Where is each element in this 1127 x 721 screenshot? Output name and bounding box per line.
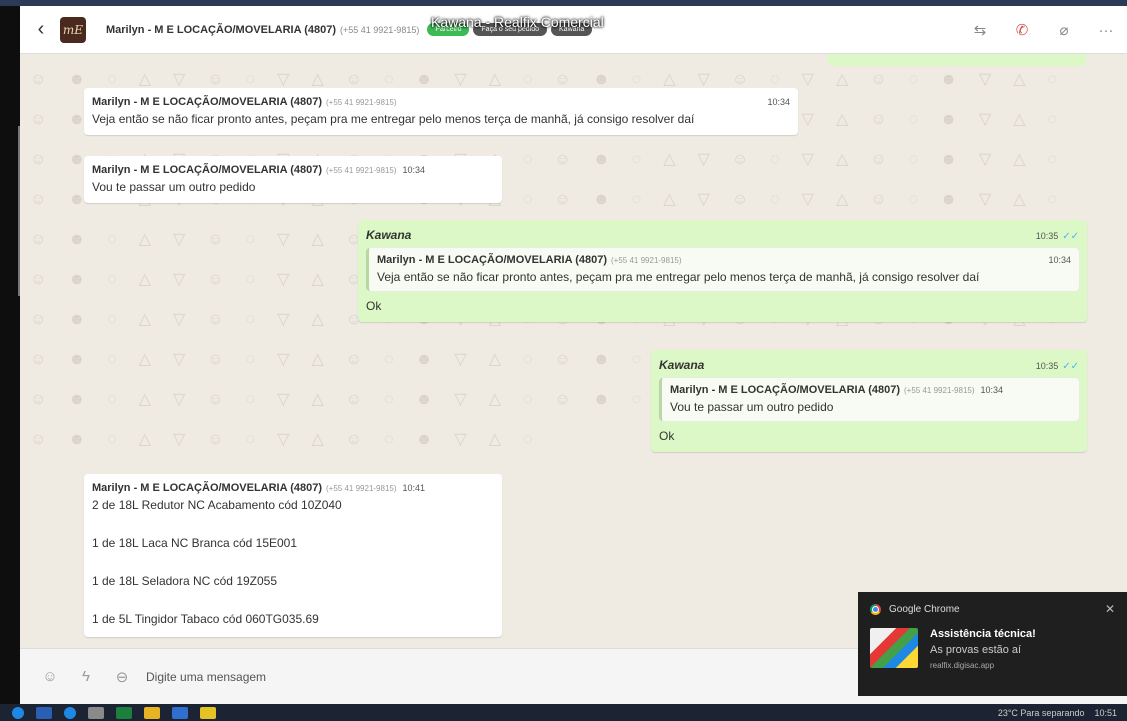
message-time: 10:35: [1035, 361, 1059, 371]
weather-status[interactable]: 23°C Para separando: [998, 708, 1085, 718]
sender-name: Marilyn - M E LOCAÇÃO/MOVELARIA (4807): [92, 482, 323, 494]
notification-message: As provas estão aí: [930, 644, 1022, 656]
order-line: 1 de 18L Laca NC Branca cód 15E001: [92, 536, 298, 550]
order-line: 2 de 18L Redutor NC Acabamento cód 10Z04…: [92, 498, 342, 512]
message-list[interactable]: ☺☻◌△▽☺◌▽△☺◌☻▽△◌☺☻◌△▽☺◌▽△☺◌☻▽△◌☺☻◌△▽☺◌▽△☺…: [20, 54, 1127, 648]
message-time: 10:34: [767, 97, 790, 107]
double-check-icon: ✓✓: [1062, 231, 1079, 242]
message-bubble[interactable]: Marilyn - M E LOCAÇÃO/MOVELARIA (4807) (…: [84, 88, 798, 135]
taskbar: 23°C Para separando 10:51: [0, 704, 1127, 721]
clock[interactable]: 10:51: [1094, 708, 1117, 718]
sender-name: Marilyn - M E LOCAÇÃO/MOVELARIA (4807): [92, 96, 323, 108]
folder-app-icon[interactable]: [144, 706, 160, 719]
quoted-text: Vou te passar um outro pedido: [670, 400, 834, 414]
tag-kawana[interactable]: Kawana: [551, 23, 593, 36]
transfer-icon[interactable]: ⇆: [959, 21, 1001, 39]
message-author: Kawana: [366, 228, 412, 242]
previous-message-bubble: [828, 54, 1086, 66]
chrome-notification[interactable]: Google Chrome ✕ Assistência técnica! As …: [858, 592, 1127, 696]
chat-header: ‹ mE Marilyn - M E LOCAÇÃO/MOVELARIA (48…: [20, 6, 1127, 54]
more-icon[interactable]: ···: [1085, 22, 1127, 39]
quoted-time: 10:34: [980, 385, 1004, 395]
emoji-icon[interactable]: ☺: [32, 668, 68, 685]
message-bubble[interactable]: Kawana 10:35 ✓✓ Marilyn - M E LOCAÇÃO/MO…: [651, 350, 1087, 452]
sender-name: Marilyn - M E LOCAÇÃO/MOVELARIA (4807): [92, 164, 323, 176]
lightning-icon[interactable]: ϟ: [68, 668, 104, 685]
tag-parceiro[interactable]: Parceiro: [427, 23, 470, 36]
message-time: 10:41: [402, 483, 426, 493]
message-text: Vou te passar um outro pedido: [92, 180, 256, 194]
app-icon[interactable]: [200, 706, 216, 719]
sender-phone: (+55 41 9921-9815): [326, 98, 397, 107]
word-app-icon[interactable]: [36, 706, 52, 719]
message-text: Ok: [366, 299, 382, 313]
contact-name[interactable]: Marilyn - M E LOCAÇÃO/MOVELARIA (4807): [106, 24, 336, 36]
excel-app-icon[interactable]: [116, 706, 132, 719]
quoted-text: Veja então se não ficar pronto antes, pe…: [377, 270, 980, 284]
quoted-message[interactable]: Marilyn - M E LOCAÇÃO/MOVELARIA (4807) (…: [659, 378, 1079, 421]
close-icon[interactable]: ✕: [1105, 602, 1115, 616]
quoted-sender-phone: (+55 41 9921-9815): [904, 386, 975, 395]
header-actions: ⇆ ✆ ⌀ ···: [959, 6, 1127, 54]
quoted-sender-phone: (+55 41 9921-9815): [611, 256, 682, 265]
message-bubble[interactable]: Marilyn - M E LOCAÇÃO/MOVELARIA (4807) (…: [84, 474, 502, 637]
message-bubble[interactable]: Kawana 10:35 ✓✓ Marilyn - M E LOCAÇÃO/MO…: [358, 220, 1087, 322]
double-check-icon: ✓✓: [1062, 361, 1079, 372]
quick-reply-icon[interactable]: ⊖: [104, 668, 140, 686]
notification-app: Google Chrome: [889, 603, 960, 615]
message-text: Veja então se não ficar pronto antes, pe…: [92, 112, 695, 126]
tag-faca-pedido[interactable]: Faça o seu pedido: [473, 23, 548, 36]
phone-end-icon[interactable]: ✆: [1001, 21, 1043, 39]
notification-image: [870, 628, 918, 668]
quoted-sender-name: Marilyn - M E LOCAÇÃO/MOVELARIA (4807): [670, 384, 901, 396]
search-app-icon[interactable]: [12, 706, 24, 719]
edge-app-icon[interactable]: [64, 706, 76, 719]
quoted-message[interactable]: Marilyn - M E LOCAÇÃO/MOVELARIA (4807) (…: [366, 248, 1079, 291]
notification-source: realfix.digisac.app: [930, 661, 995, 670]
quoted-time: 10:34: [1048, 255, 1071, 265]
contact-phone: (+55 41 9921-9815): [340, 24, 420, 35]
avatar[interactable]: mE: [60, 16, 86, 43]
attach-icon[interactable]: ⌀: [1043, 21, 1085, 39]
sender-phone: (+55 41 9921-9815): [326, 484, 397, 493]
message-text: Ok: [659, 429, 675, 443]
message-author: Kawana: [659, 358, 705, 372]
quoted-sender-name: Marilyn - M E LOCAÇÃO/MOVELARIA (4807): [377, 254, 608, 266]
chrome-icon: [870, 603, 881, 615]
sender-phone: (+55 41 9921-9815): [326, 166, 397, 175]
chevron-left-icon[interactable]: ‹: [26, 18, 56, 41]
message-time: 10:35: [1035, 231, 1059, 241]
message-bubble[interactable]: Marilyn - M E LOCAÇÃO/MOVELARIA (4807) (…: [84, 156, 502, 203]
message-time: 10:34: [402, 165, 426, 175]
order-line: 1 de 18L Seladora NC cód 19Z055: [92, 574, 278, 588]
order-line: 1 de 5L Tingidor Tabaco cód 060TG035.69: [92, 612, 319, 626]
notification-title: Assistência técnica!: [930, 628, 1036, 640]
app-icon[interactable]: [88, 706, 104, 719]
left-sidebar-edge: [0, 6, 20, 704]
app-icon[interactable]: [172, 706, 188, 719]
